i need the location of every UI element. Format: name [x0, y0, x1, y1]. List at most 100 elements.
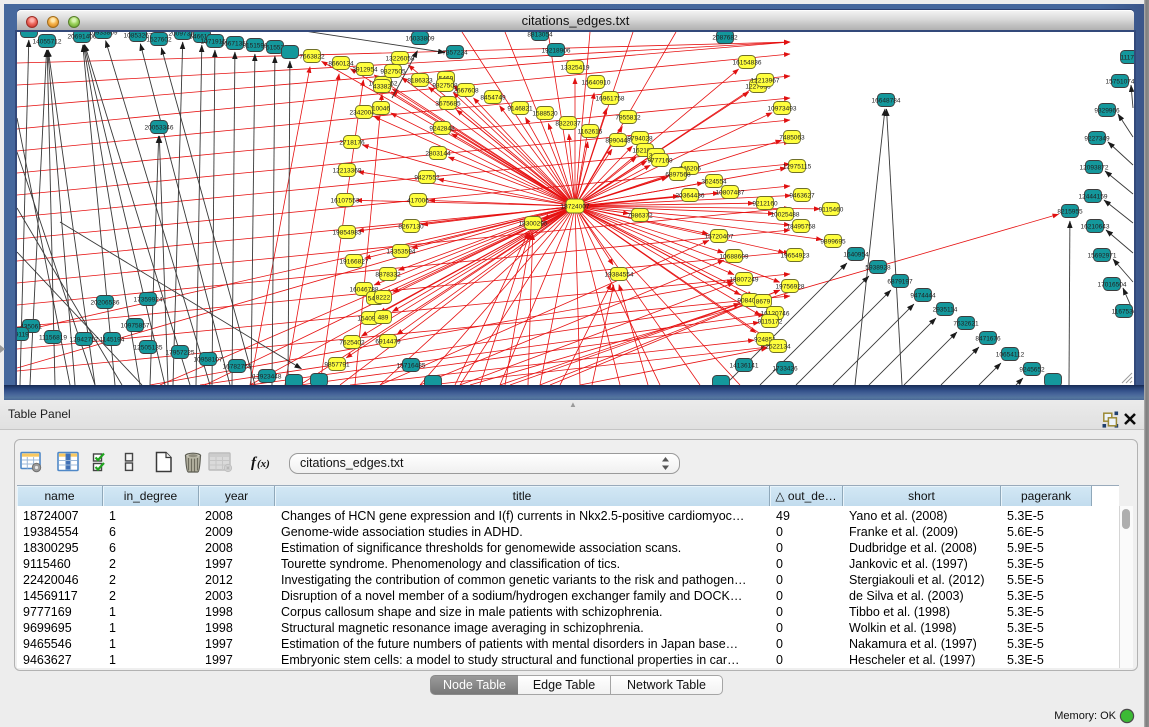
svg-text:16107553: 16107553 — [331, 197, 360, 204]
svg-text:9245652: 9245652 — [1019, 366, 1045, 373]
svg-text:15720407: 15720407 — [705, 233, 734, 240]
svg-text:19854983: 19854983 — [333, 229, 362, 236]
svg-text:9146821: 9146821 — [507, 105, 533, 112]
svg-text:8660124: 8660124 — [328, 60, 354, 67]
svg-text:10975857: 10975857 — [121, 322, 150, 329]
svg-text:5938928: 5938928 — [865, 264, 891, 271]
svg-text:8454749: 8454749 — [480, 94, 506, 101]
svg-text:6879197: 6879197 — [887, 278, 913, 285]
svg-text:13226058: 13226058 — [386, 55, 415, 62]
svg-text:7357224: 7357224 — [442, 49, 468, 56]
svg-text:7632621: 7632621 — [953, 320, 979, 327]
svg-text:10654112: 10654112 — [996, 351, 1025, 358]
svg-text:1167534: 1167534 — [1112, 308, 1134, 315]
svg-text:417006: 417006 — [407, 197, 429, 204]
svg-text:8471676: 8471676 — [975, 335, 1001, 342]
svg-text:10688609: 10688609 — [720, 253, 749, 260]
svg-text:9227349: 9227349 — [1084, 135, 1110, 142]
svg-text:15716485: 15716485 — [397, 362, 426, 369]
svg-text:10958107: 10958107 — [194, 356, 223, 363]
svg-text:10025488: 10025488 — [771, 211, 800, 218]
svg-text:7663822: 7663822 — [299, 53, 325, 60]
svg-text:39119: 39119 — [17, 331, 29, 338]
svg-text:3675685: 3675685 — [435, 100, 461, 107]
svg-text:7955812: 7955812 — [615, 114, 641, 121]
svg-text:12942757: 12942757 — [70, 336, 99, 343]
svg-text:1162615: 1162615 — [578, 128, 603, 135]
svg-text:8878332: 8878332 — [375, 271, 401, 278]
svg-text:18807249: 18807249 — [730, 276, 759, 283]
svg-text:19756928: 19756928 — [776, 283, 805, 290]
svg-text:8813054: 8813054 — [527, 32, 553, 38]
svg-text:17359924: 17359924 — [134, 296, 163, 303]
svg-text:10046: 10046 — [372, 105, 390, 112]
svg-text:16782759: 16782759 — [223, 363, 252, 370]
svg-text:8267130: 8267130 — [398, 223, 424, 230]
svg-text:2803144: 2803144 — [425, 150, 451, 157]
svg-text:6897568: 6897568 — [665, 171, 691, 178]
svg-text:16154836: 16154836 — [733, 59, 762, 66]
svg-text:19166827: 19166827 — [340, 258, 369, 265]
svg-text:9115460: 9115460 — [819, 206, 844, 213]
svg-text:9794028: 9794028 — [627, 135, 653, 142]
svg-text:8186323: 8186323 — [407, 77, 433, 84]
svg-text:489: 489 — [378, 314, 389, 321]
svg-text:11174: 11174 — [1120, 54, 1134, 61]
svg-text:15751074: 15751074 — [1106, 78, 1134, 85]
svg-text:9327505: 9327505 — [380, 68, 406, 75]
svg-text:18724007: 18724007 — [561, 203, 590, 210]
svg-text:12213967: 12213967 — [751, 77, 780, 84]
svg-text:9115172: 9115172 — [758, 318, 783, 325]
svg-text:1640954: 1640954 — [843, 251, 869, 258]
svg-text:19384554: 19384554 — [605, 271, 634, 278]
svg-text:8322037: 8322037 — [555, 120, 581, 127]
svg-text:7986372: 7986372 — [627, 212, 653, 219]
svg-text:16648784: 16648784 — [872, 97, 901, 104]
svg-text:18300295: 18300295 — [519, 220, 548, 227]
svg-text:9857791: 9857791 — [324, 361, 350, 368]
svg-text:9777169: 9777169 — [647, 157, 673, 164]
svg-text:8215955: 8215955 — [1057, 208, 1083, 215]
svg-text:12975115: 12975115 — [783, 163, 812, 170]
svg-text:9212160: 9212160 — [752, 200, 778, 207]
svg-text:12213369: 12213369 — [333, 167, 362, 174]
svg-text:16033809: 16033809 — [406, 35, 435, 42]
svg-text:2522134: 2522134 — [765, 343, 791, 350]
svg-text:2087682: 2087682 — [712, 34, 738, 41]
svg-text:12444159: 12444159 — [1079, 193, 1108, 200]
svg-text:9427552: 9427552 — [414, 174, 440, 181]
svg-text:20206536: 20206536 — [91, 299, 120, 306]
svg-text:12505135: 12505135 — [134, 344, 163, 351]
svg-text:11156819: 11156819 — [39, 334, 67, 341]
svg-text:6914479: 6914479 — [375, 338, 401, 345]
svg-text:2667608: 2667608 — [453, 87, 479, 94]
svg-text:1588520: 1588520 — [532, 110, 558, 117]
svg-text:10807487: 10807487 — [716, 189, 745, 196]
svg-text:12093872: 12093872 — [1080, 164, 1109, 171]
svg-text:8222: 8222 — [376, 294, 391, 301]
svg-text:20053346: 20053346 — [145, 124, 174, 131]
svg-text:14055712: 14055712 — [33, 38, 62, 45]
svg-text:12923448: 12923448 — [253, 373, 282, 380]
svg-text:10973493: 10973493 — [768, 105, 797, 112]
svg-text:16210643: 16210643 — [1081, 223, 1110, 230]
svg-text:43382: 43382 — [373, 83, 391, 90]
svg-text:19654923: 19654923 — [781, 252, 810, 259]
svg-text:(x): (x) — [257, 458, 270, 470]
svg-text:7625402: 7625402 — [339, 339, 365, 346]
svg-text:18495758: 18495758 — [787, 223, 816, 230]
svg-text:9242848: 9242848 — [429, 125, 455, 132]
svg-text:14136141: 14136141 — [730, 362, 759, 369]
svg-text:20364436: 20364436 — [676, 192, 705, 199]
svg-text:13325419: 13325419 — [561, 64, 590, 71]
svg-text:17016504: 17016504 — [1098, 281, 1127, 288]
svg-text:10933809: 10933809 — [89, 32, 118, 36]
svg-text:9474444: 9474444 — [910, 292, 936, 299]
svg-text:2718176: 2718176 — [339, 139, 365, 146]
svg-text:9899695: 9899695 — [820, 238, 846, 245]
svg-text:13353594: 13353594 — [387, 248, 416, 255]
svg-text:1145194: 1145194 — [100, 336, 125, 343]
svg-text:2935114: 2935114 — [933, 306, 958, 313]
svg-text:9463627: 9463627 — [789, 192, 815, 199]
svg-text:15692971: 15692971 — [1088, 252, 1117, 259]
